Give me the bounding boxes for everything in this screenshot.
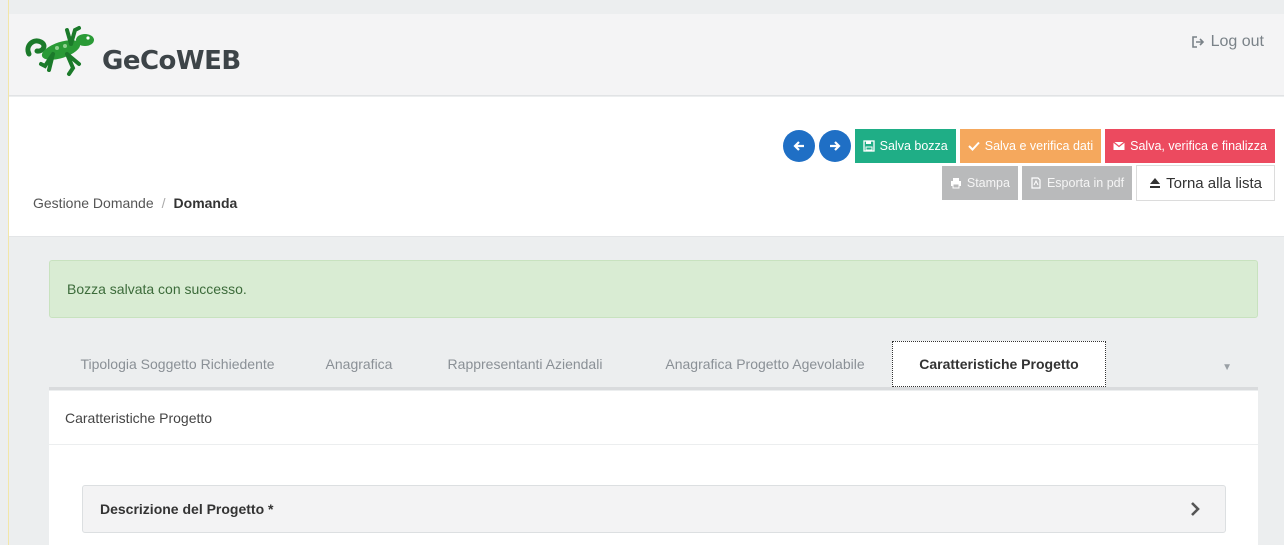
print-button[interactable]: Stampa (941, 166, 1018, 200)
tab-anagrafica-progetto[interactable]: Anagrafica Progetto Agevolabile (638, 341, 892, 387)
save-verify-finalize-label: Salva, verifica e finalizza (1130, 139, 1267, 153)
breadcrumb-parent[interactable]: Gestione Domande (33, 195, 154, 211)
prev-button[interactable] (782, 130, 815, 162)
save-verify-label: Salva e verifica dati (984, 139, 1094, 153)
check-icon (968, 141, 980, 151)
floppy-disk-icon (862, 140, 875, 152)
save-verify-finalize-button[interactable]: Salva, verifica e finalizza (1105, 129, 1275, 163)
page-header-bar: Gestione Domande / Domanda Salva bozza S… (9, 97, 1284, 237)
envelope-icon (1113, 141, 1126, 150)
next-button[interactable] (818, 130, 851, 162)
print-label: Stampa (966, 176, 1010, 190)
export-pdf-label: Esporta in pdf (1046, 176, 1125, 190)
printer-icon (950, 178, 961, 189)
save-verify-button[interactable]: Salva e verifica dati (959, 129, 1102, 163)
accordion-title: Descrizione del Progetto * (100, 501, 274, 517)
brand-name: GeCoWEB (102, 46, 241, 76)
tab-tipologia-soggetto[interactable]: Tipologia Soggetto Richiedente (49, 341, 306, 387)
tab-panel: Caratteristiche Progetto Descrizione del… (49, 391, 1258, 545)
arrow-left-icon (793, 141, 804, 151)
pdf-file-icon (1031, 177, 1041, 189)
form-tabs: Tipologia Soggetto Richiedente Anagrafic… (49, 341, 1258, 390)
breadcrumb-current: Domanda (173, 195, 238, 211)
logout-link[interactable]: Log out (1191, 33, 1264, 51)
tab-rappresentanti-aziendali[interactable]: Rappresentanti Aziendali (412, 341, 638, 387)
breadcrumb-separator: / (161, 195, 166, 211)
action-toolbar: Salva bozza Salva e verifica dati Salva,… (782, 129, 1275, 201)
success-alert-message: Bozza salvata con successo. (67, 281, 247, 297)
accordion-descrizione-progetto[interactable]: Descrizione del Progetto * (82, 485, 1226, 533)
back-to-list-label: Torna alla lista (1166, 174, 1262, 192)
top-navbar: GeCoWEB Log out (9, 14, 1284, 96)
arrow-right-icon (829, 141, 841, 151)
eject-icon (1150, 178, 1161, 188)
tab-caratteristiche-progetto[interactable]: Caratteristiche Progetto (892, 341, 1106, 387)
tabs-overflow-caret-icon[interactable]: ▼ (1222, 362, 1232, 373)
logout-label: Log out (1210, 33, 1264, 50)
success-alert: Bozza salvata con successo. (49, 260, 1258, 318)
back-to-list-button[interactable]: Torna alla lista (1136, 165, 1275, 201)
chevron-right-icon (1191, 502, 1200, 516)
tab-anagrafica[interactable]: Anagrafica (306, 341, 412, 387)
export-pdf-button[interactable]: Esporta in pdf (1021, 166, 1133, 200)
sign-out-icon (1191, 36, 1204, 48)
save-draft-label: Salva bozza (879, 139, 948, 153)
breadcrumb: Gestione Domande / Domanda (33, 195, 237, 211)
panel-title: Caratteristiche Progetto (49, 391, 1258, 445)
gecko-logo-icon (25, 26, 94, 76)
save-draft-button[interactable]: Salva bozza (854, 129, 956, 163)
